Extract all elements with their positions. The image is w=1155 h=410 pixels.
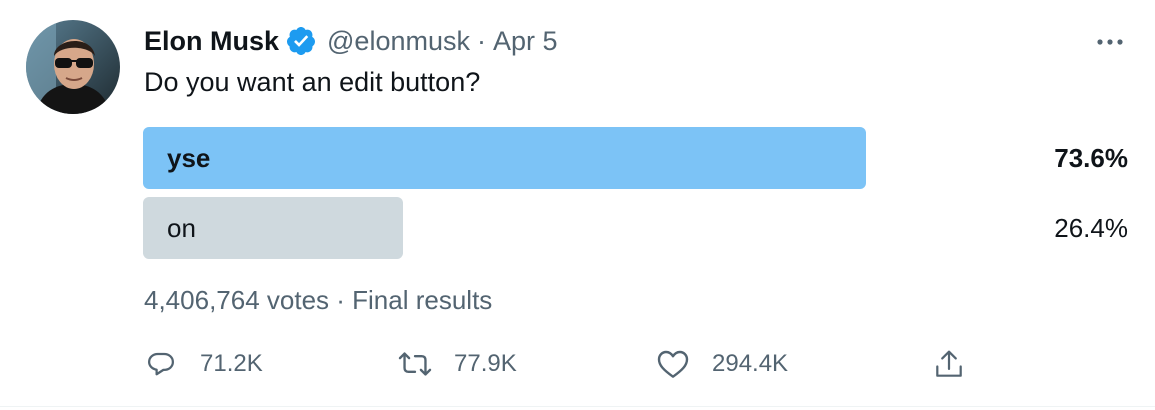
author-name[interactable]: Elon Musk bbox=[144, 26, 279, 57]
tweet-actions: 71.2K 77.9K 294.4K bbox=[144, 344, 984, 384]
reply-button[interactable]: 71.2K bbox=[144, 344, 263, 384]
avatar[interactable] bbox=[26, 20, 120, 114]
tweet[interactable]: Elon Musk @elonmusk · Apr 5 Do you want … bbox=[0, 0, 1155, 410]
poll-summary: 4,406,764 votes · Final results bbox=[144, 285, 493, 315]
reply-icon bbox=[144, 347, 178, 381]
like-icon bbox=[656, 347, 690, 381]
like-button[interactable]: 294.4K bbox=[656, 344, 788, 384]
poll-option-2: on 26.4% bbox=[143, 197, 1130, 259]
tweet-text: Do you want an edit button? bbox=[144, 67, 481, 97]
poll-option-1: yse 73.6% bbox=[143, 127, 1130, 189]
poll: yse 73.6% on 26.4% bbox=[143, 127, 1130, 267]
share-button[interactable] bbox=[932, 344, 966, 384]
retweet-icon bbox=[398, 347, 432, 381]
header-separator: · bbox=[476, 25, 486, 56]
retweet-button[interactable]: 77.9K bbox=[398, 344, 517, 384]
poll-option-1-percent: 73.6% bbox=[1054, 143, 1128, 173]
tweet-divider bbox=[0, 406, 1155, 407]
poll-option-1-label: yse bbox=[167, 143, 211, 173]
retweet-count: 77.9K bbox=[454, 350, 517, 377]
poll-option-2-label: on bbox=[167, 213, 196, 243]
verified-badge-icon bbox=[285, 25, 317, 57]
poll-option-1-bar bbox=[143, 127, 866, 189]
tweet-date[interactable]: Apr 5 bbox=[493, 26, 558, 57]
share-icon bbox=[932, 347, 966, 381]
poll-option-2-percent: 26.4% bbox=[1054, 213, 1128, 243]
reply-count: 71.2K bbox=[200, 350, 263, 377]
tweet-header: Elon Musk @elonmusk · Apr 5 bbox=[144, 24, 558, 58]
like-count: 294.4K bbox=[712, 350, 789, 377]
avatar-image bbox=[26, 20, 120, 114]
author-handle[interactable]: @elonmusk bbox=[327, 26, 470, 57]
more-icon[interactable] bbox=[1090, 30, 1130, 54]
